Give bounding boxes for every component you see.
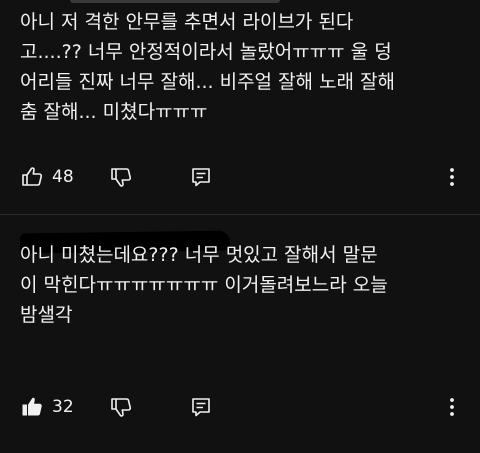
comment-item: 아니 미쳤는데요??? 너무 멋있고 잘해서 말문 이 막힌다ㅠㅠㅠㅠㅠㅠㅠ 이… [0, 215, 480, 453]
like-count: 32 [52, 397, 74, 417]
reply-comment-icon [192, 398, 210, 417]
like-button[interactable] [20, 395, 44, 419]
comment-action-bar: 32 [0, 392, 480, 422]
thumbs-down-icon [111, 168, 132, 187]
dislike-button[interactable] [109, 395, 133, 419]
thumbs-up-icon [22, 167, 43, 186]
reply-button[interactable] [189, 165, 213, 189]
reply-button[interactable] [189, 395, 213, 419]
more-vertical-icon [450, 398, 454, 416]
more-vertical-icon [450, 168, 454, 186]
more-options-button[interactable] [440, 395, 464, 419]
comment-item: 아니 저 격한 안무를 추면서 라이브가 된다 고....?? 너무 안정적이라… [0, 0, 480, 214]
thumbs-up-filled-icon [22, 397, 42, 416]
reply-comment-icon [192, 168, 210, 187]
thumbs-down-icon [111, 398, 132, 417]
dislike-button[interactable] [109, 165, 133, 189]
like-count: 48 [52, 167, 74, 187]
like-button[interactable] [20, 165, 44, 189]
comment-action-bar: 48 [0, 162, 480, 192]
comment-text: 아니 저 격한 안무를 추면서 라이브가 된다 고....?? 너무 안정적이라… [20, 11, 396, 123]
more-options-button[interactable] [440, 165, 464, 189]
comment-text: 아니 미쳤는데요??? 너무 멋있고 잘해서 말문 이 막힌다ㅠㅠㅠㅠㅠㅠㅠ 이… [20, 244, 388, 326]
